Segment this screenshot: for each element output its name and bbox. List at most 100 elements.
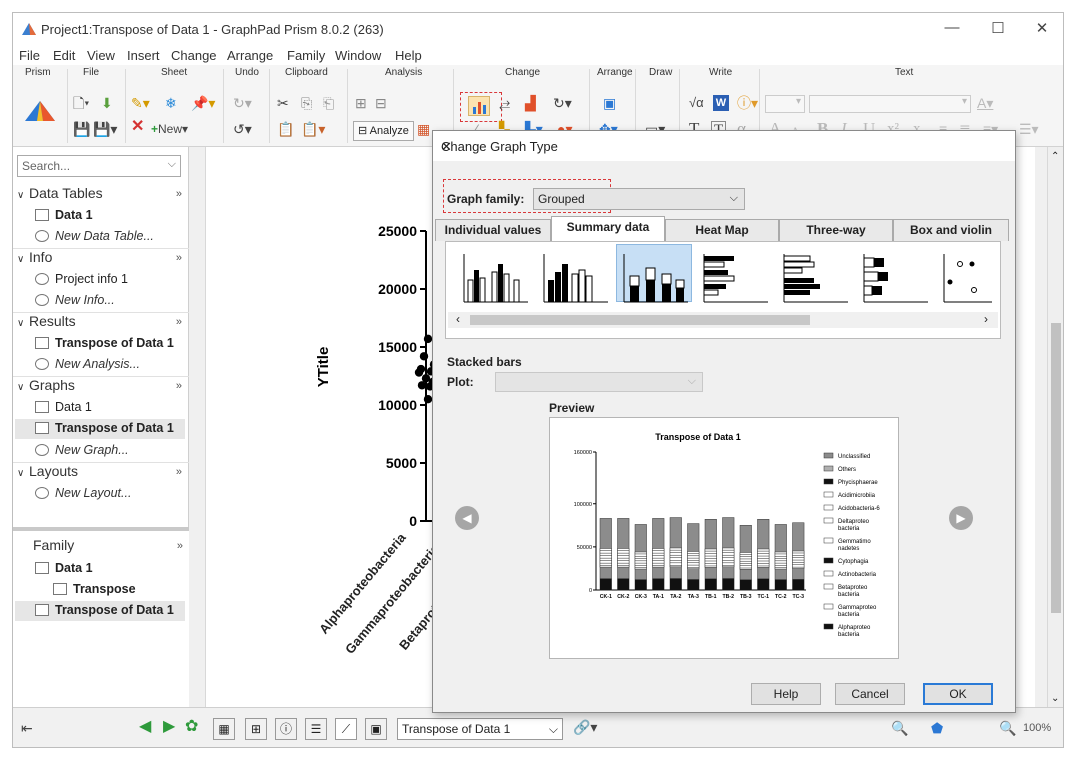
expand-more-icon[interactable]: » (176, 252, 182, 264)
horizontal-interleaved-thumbnail[interactable] (780, 250, 850, 306)
chevron-down-icon[interactable]: ⌵ (168, 158, 176, 171)
grouped-bars-thumbnail[interactable] (460, 250, 530, 306)
expand-more-icon[interactable]: » (176, 316, 182, 328)
analysis-grid-icon[interactable]: ▦ (417, 121, 430, 137)
data-table-view-icon[interactable]: ⊞ (245, 718, 267, 740)
nav-item-new-analysis[interactable]: New Analysis... (35, 357, 140, 371)
word-icon[interactable]: W (713, 95, 729, 111)
font-size-select[interactable]: ▾ (765, 95, 805, 113)
expand-more-icon[interactable]: » (176, 380, 182, 392)
previous-sheet-icon[interactable]: ◀ (139, 719, 151, 735)
tab-box-and-violin[interactable]: Box and violin (893, 219, 1009, 241)
snowflake-icon[interactable]: ❄ (165, 95, 177, 111)
layout-view-icon[interactable]: ▣ (365, 718, 387, 740)
menu-view[interactable]: View (87, 48, 115, 63)
nav-item-new-data-table[interactable]: New Data Table... (35, 229, 154, 243)
hint-icon[interactable]: ⓘ▾ (737, 95, 758, 111)
nav-item-new-layout[interactable]: New Layout... (35, 486, 131, 500)
swap-axes-icon[interactable]: ⥄ (499, 95, 510, 111)
new-file-icon[interactable]: 🗋▾ (73, 95, 89, 111)
scrollbar-thumb[interactable] (1051, 323, 1061, 613)
results-view-icon[interactable]: ☰ (305, 718, 327, 740)
next-sheet-icon[interactable]: ▶ (163, 719, 175, 735)
info-view-icon[interactable]: ⓘ (275, 718, 297, 740)
scroll-right-icon[interactable]: › (984, 312, 988, 326)
horizontal-bars-thumbnail[interactable] (700, 250, 770, 306)
help-button[interactable]: Help (751, 683, 821, 705)
nav-item-new-graph[interactable]: New Graph... (35, 443, 129, 457)
undo-icon[interactable]: ↺▾ (233, 121, 252, 137)
delete-sheet-icon[interactable]: ✕ (131, 119, 144, 135)
open-file-icon[interactable]: ⬇ (101, 95, 113, 111)
dot-groups-thumbnail[interactable] (940, 250, 992, 306)
graph-family-select[interactable]: Grouped ⌵ (533, 188, 745, 210)
zoom-out-icon[interactable]: 🔍 (891, 720, 908, 736)
analysis-table-icon[interactable]: ⊞ (355, 95, 367, 111)
analyze-button[interactable]: ⊟ Analyze (353, 121, 414, 141)
section-results[interactable]: ∨ Results (17, 313, 76, 329)
nav-item-data-1[interactable]: Data 1 (35, 208, 93, 222)
equation-icon[interactable]: √α (689, 95, 704, 111)
menu-insert[interactable]: Insert (127, 48, 160, 63)
zoom-slider-handle[interactable]: ⬟ (931, 720, 943, 736)
gallery-scrollbar-thumb[interactable] (470, 315, 810, 325)
magic-icon[interactable]: ✿ (185, 719, 198, 735)
vertical-scrollbar[interactable]: ⌃ ⌄ (1047, 147, 1063, 707)
y-axis-title[interactable]: YTitle (315, 347, 332, 388)
change-graph-type-icon[interactable] (468, 96, 490, 116)
redo-icon[interactable]: ↻▾ (233, 95, 252, 111)
maximize-button[interactable]: ☐ (983, 19, 1013, 37)
expand-more-icon[interactable]: » (176, 188, 182, 200)
paste-menu-icon[interactable]: 📋▾ (301, 121, 325, 137)
cut-icon[interactable]: ✂ (277, 95, 289, 111)
expand-more-icon[interactable]: » (176, 466, 182, 478)
gallery-icon[interactable]: ▦ (213, 718, 235, 740)
graph-view-icon[interactable]: ⟋ (335, 718, 357, 740)
menu-family[interactable]: Family (287, 48, 325, 63)
analysis-chart-icon[interactable]: ⊟ (375, 95, 387, 111)
family-item-data-1[interactable]: Data 1 (35, 561, 93, 575)
stacked-bars-thumbnail[interactable] (620, 250, 690, 306)
section-data-tables[interactable]: ∨ Data Tables (17, 185, 103, 201)
expand-more-icon[interactable]: » (177, 540, 183, 552)
menu-arrange[interactable]: Arrange (227, 48, 273, 63)
collapse-panel-icon[interactable]: ⇤ (21, 720, 33, 736)
tab-individual-values[interactable]: Individual values (435, 219, 551, 241)
tab-three-way[interactable]: Three-way (779, 219, 893, 241)
pin-icon[interactable]: 📌▾ (191, 95, 215, 111)
next-type-button[interactable]: ▶ (949, 506, 973, 530)
sheet-select[interactable]: Transpose of Data 1 ⌵ (397, 718, 563, 740)
interleaved-bars-thumbnail[interactable] (540, 250, 610, 306)
link-icon[interactable]: 🔗▾ (573, 719, 597, 735)
paste-icon[interactable]: 📋 (277, 121, 294, 137)
family-item-transpose-graph[interactable]: Transpose of Data 1 (15, 601, 185, 621)
menu-window[interactable]: Window (335, 48, 381, 63)
copy-icon[interactable]: ⎘ (301, 95, 312, 111)
search-input[interactable]: Search... ⌵ (17, 155, 181, 177)
nav-item-graph-transpose[interactable]: Transpose of Data 1 (15, 419, 185, 439)
horizontal-stacked-thumbnail[interactable] (860, 250, 930, 306)
gallery-scrollbar[interactable]: ‹ › (448, 312, 998, 328)
paste-special-icon[interactable]: ⎗ (323, 95, 334, 111)
prism-icon[interactable] (23, 99, 57, 123)
nav-item-new-info[interactable]: New Info... (35, 293, 115, 307)
font-color-icon[interactable]: A▾ (977, 95, 993, 111)
previous-type-button[interactable]: ◀ (455, 506, 479, 530)
highlighter-icon[interactable]: ✎▾ (131, 95, 150, 111)
nav-item-graph-data-1[interactable]: Data 1 (35, 400, 92, 414)
list-icon[interactable]: ☰▾ (1019, 121, 1039, 137)
minimize-button[interactable]: — (937, 19, 967, 36)
tab-heat-map[interactable]: Heat Map (665, 219, 779, 241)
scroll-left-icon[interactable]: ‹ (456, 312, 460, 326)
scroll-up-icon[interactable]: ⌃ (1051, 151, 1059, 162)
dialog-close-icon[interactable]: ✕ (441, 139, 1005, 155)
cancel-button[interactable]: Cancel (835, 683, 905, 705)
save-as-icon[interactable]: 💾▾ (93, 121, 117, 137)
menu-edit[interactable]: Edit (53, 48, 75, 63)
section-info[interactable]: ∨ Info (17, 249, 52, 265)
close-window-button[interactable]: ✕ (1027, 19, 1057, 37)
menu-change[interactable]: Change (171, 48, 217, 63)
menu-help[interactable]: Help (395, 48, 422, 63)
zoom-in-icon[interactable]: 🔍 (999, 720, 1016, 736)
new-sheet-button[interactable]: +New▾ (151, 121, 188, 137)
